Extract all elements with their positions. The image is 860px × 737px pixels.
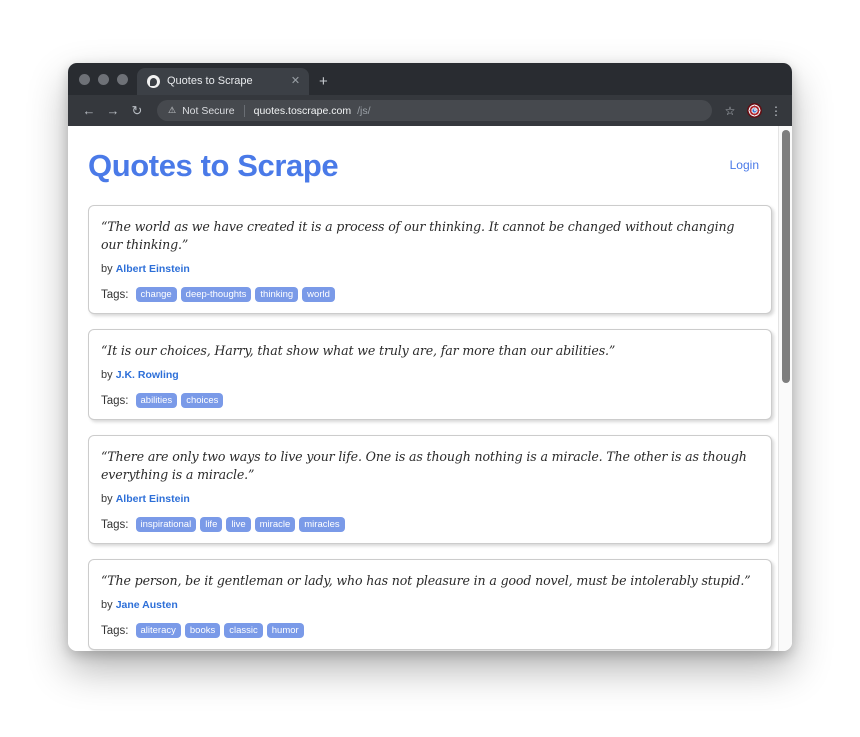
close-icon[interactable]: ✕ [289, 76, 302, 87]
quote-attribution: by Jane Austen [101, 599, 757, 612]
tag-link[interactable]: abilities [135, 393, 178, 409]
author-link[interactable]: Albert Einstein [116, 493, 190, 505]
site-header: Quotes to Scrape Login [68, 126, 792, 183]
tab-strip: Quotes to Scrape ✕ + [68, 63, 792, 95]
scrollbar-thumb[interactable] [782, 130, 790, 383]
author-link[interactable]: Jane Austen [116, 599, 178, 611]
tag-link[interactable]: world [302, 287, 335, 303]
browser-tab[interactable]: Quotes to Scrape ✕ [137, 68, 309, 95]
close-window-button[interactable] [79, 73, 90, 85]
quote-text: “The world as we have created it is a pr… [101, 219, 735, 252]
window-traffic-lights [77, 63, 137, 95]
quote-text: “It is our choices, Harry, that show wha… [101, 343, 616, 359]
tag-row: Tags: change deep-thoughts thinking world [101, 287, 757, 303]
address-bar[interactable]: ⚠ Not Secure quotes.toscrape.com /js/ [157, 100, 712, 121]
tag-link[interactable]: change [135, 287, 177, 303]
tags-label: Tags: [101, 518, 129, 531]
tag-row: Tags: inspirational life live miracle miracle… [101, 517, 757, 533]
url-path: /js/ [357, 104, 371, 117]
author-link[interactable]: Albert Einstein [116, 263, 190, 275]
url-host: quotes.toscrape.com [253, 104, 352, 117]
minimize-window-button[interactable] [98, 73, 109, 85]
by-label: by [101, 598, 116, 611]
tag-link[interactable]: inspirational [135, 517, 197, 533]
quote-text: “The person, be it gentleman or lady, wh… [101, 573, 751, 589]
page-title: Quotes to Scrape [88, 148, 339, 183]
quote-attribution: by Albert Einstein [101, 493, 757, 506]
browser-toolbar: ← → ↻ ⚠ Not Secure quotes.toscrape.com /… [68, 95, 792, 126]
tag-link[interactable]: miracles [299, 517, 345, 533]
quote-list: “The world as we have created it is a pr… [68, 205, 792, 651]
tags-label: Tags: [101, 394, 129, 407]
quote-attribution: by J.K. Rowling [101, 369, 757, 382]
page-scrollbar[interactable] [778, 126, 792, 651]
browser-window: Quotes to Scrape ✕ + ← → ↻ ⚠ Not Secure … [68, 63, 792, 651]
quote-text: “There are only two ways to live your li… [101, 449, 747, 482]
security-status-label: Not Secure [182, 104, 235, 117]
quote-card: “The world as we have created it is a pr… [88, 205, 772, 315]
tag-link[interactable]: miracle [254, 517, 296, 533]
globe-favicon [147, 75, 160, 88]
page-content: Quotes to Scrape Login “The world as we … [68, 126, 792, 651]
tag-link[interactable]: thinking [255, 287, 299, 303]
omnibox-divider [243, 104, 245, 117]
quote-card: “There are only two ways to live your li… [88, 435, 772, 545]
zoom-window-button[interactable] [117, 73, 128, 85]
new-tab-button[interactable]: + [319, 74, 328, 89]
by-label: by [101, 492, 116, 505]
bookmark-star-icon[interactable]: ☆ [720, 105, 740, 117]
by-label: by [101, 368, 116, 381]
kebab-menu-icon[interactable]: ⋮ [769, 105, 783, 117]
tag-link[interactable]: books [184, 623, 221, 639]
tag-link[interactable]: humor [266, 623, 304, 639]
profile-avatar[interactable] [747, 103, 762, 118]
tag-link[interactable]: live [226, 517, 251, 533]
quote-card: “The person, be it gentleman or lady, wh… [88, 559, 772, 651]
tag-link[interactable]: life [200, 517, 223, 533]
quote-attribution: by Albert Einstein [101, 263, 757, 276]
tag-row: Tags: aliteracy books classic humor [101, 623, 757, 639]
tag-link[interactable]: choices [181, 393, 224, 409]
forward-arrow-icon[interactable]: → [102, 100, 124, 122]
tag-link[interactable]: classic [224, 623, 263, 639]
author-link[interactable]: J.K. Rowling [116, 369, 179, 381]
warning-triangle-icon: ⚠ [168, 105, 177, 115]
reload-icon[interactable]: ↻ [126, 100, 148, 122]
tags-label: Tags: [101, 624, 129, 637]
back-arrow-icon[interactable]: ← [78, 100, 100, 122]
tags-label: Tags: [101, 288, 129, 301]
tag-link[interactable]: aliteracy [135, 623, 181, 639]
tag-row: Tags: abilities choices [101, 393, 757, 409]
login-link[interactable]: Login [730, 159, 759, 173]
page-viewport: Quotes to Scrape Login “The world as we … [68, 126, 792, 651]
tab-title: Quotes to Scrape [167, 76, 253, 87]
tag-link[interactable]: deep-thoughts [180, 287, 252, 303]
by-label: by [101, 262, 116, 275]
quote-card: “It is our choices, Harry, that show wha… [88, 329, 772, 421]
